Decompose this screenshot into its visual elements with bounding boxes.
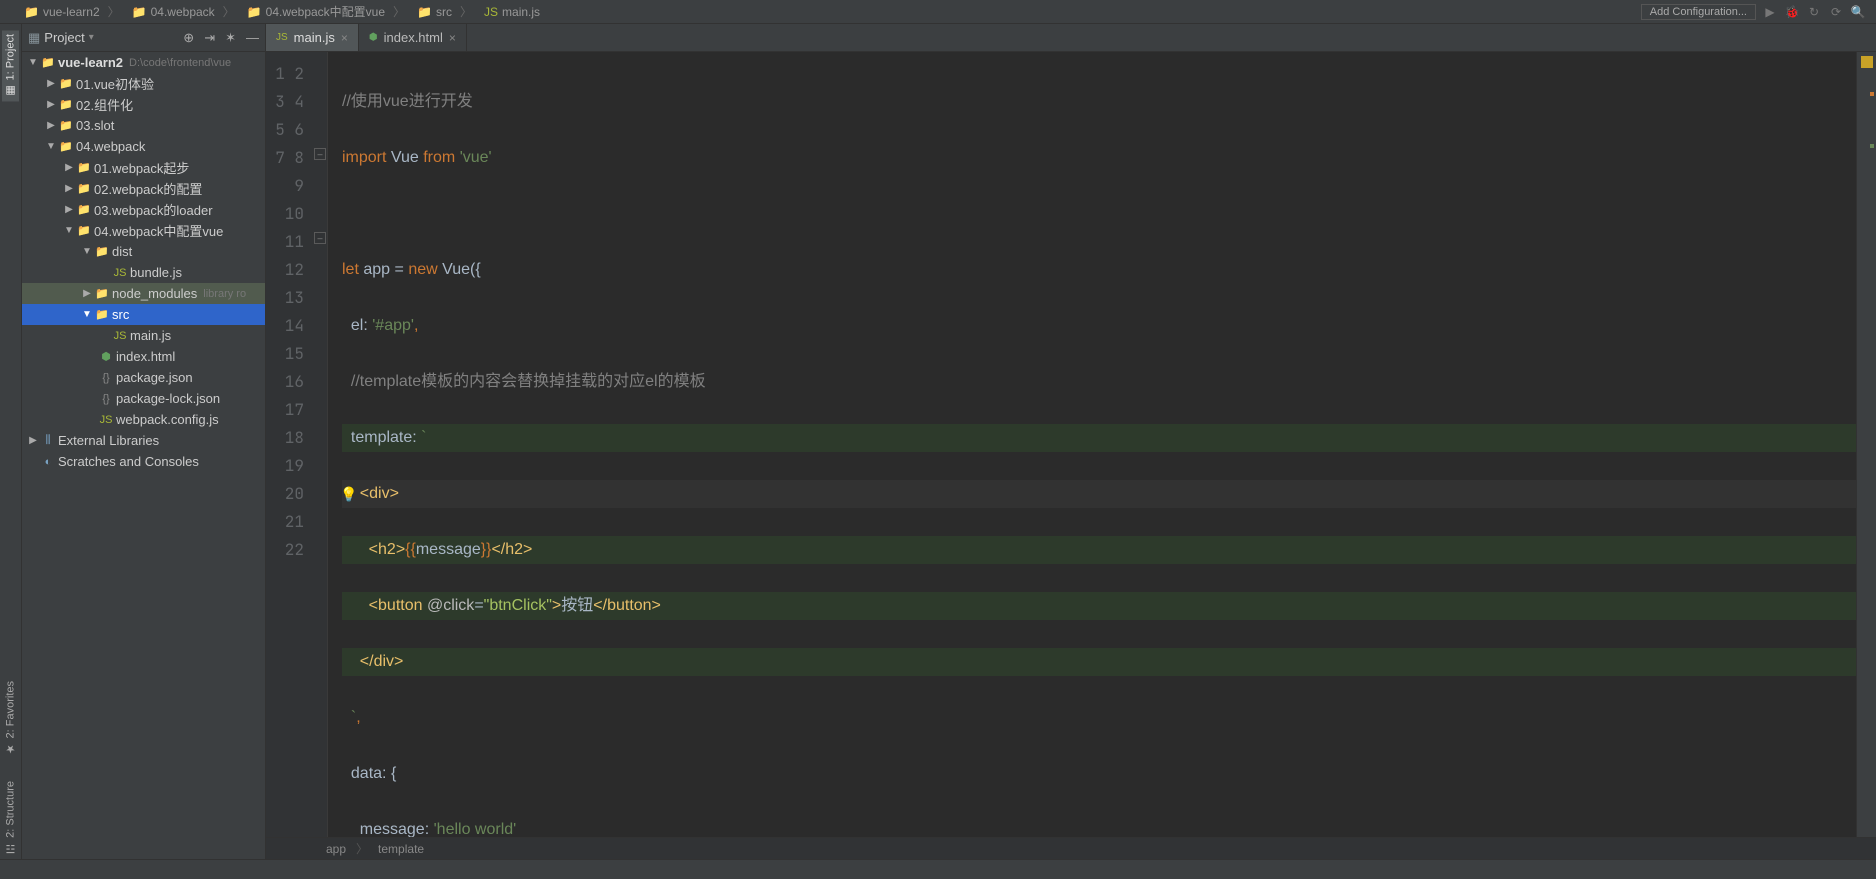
debug-icon[interactable]: 🐞 (1784, 4, 1800, 20)
tree-folder[interactable]: ▶📁03.slot (22, 115, 265, 136)
tree-root[interactable]: ▼📁vue-learn2D:\code\frontend\vue (22, 52, 265, 73)
collapse-icon[interactable]: ⇥ (204, 30, 215, 46)
inspection-indicator-icon[interactable] (1861, 56, 1873, 68)
editor-tab-mainjs[interactable]: JSmain.js× (266, 24, 359, 51)
tree-external-libs[interactable]: ▶⫼External Libraries (22, 430, 265, 451)
tree-file[interactable]: {}package.json (22, 367, 265, 388)
error-stripe[interactable] (1856, 52, 1876, 837)
project-panel: ▦ Project ▾ ⊕ ⇥ ✶ — ▼📁vue-learn2D:\code\… (22, 24, 266, 859)
left-tab-project[interactable]: ▦1: Project (2, 30, 19, 101)
crumb[interactable]: 📁src〉 (413, 3, 476, 20)
tree-folder[interactable]: ▼📁04.webpack中配置vue (22, 220, 265, 241)
crumb[interactable]: 📁vue-learn2〉 (20, 3, 124, 20)
editor-body: 1 2 3 4 5 6 7 8 9 10 11 12 13 14 15 16 1… (266, 52, 1876, 837)
locate-icon[interactable]: ⊕ (183, 30, 194, 46)
navigation-bar: 📁vue-learn2〉 📁04.webpack〉 📁04.webpack中配置… (0, 0, 1876, 24)
fold-marker[interactable]: – (314, 232, 326, 244)
left-tab-favorites[interactable]: ★2: Favorites (2, 677, 19, 759)
fold-marker[interactable]: – (314, 148, 326, 160)
intention-bulb-icon[interactable]: 💡 (340, 480, 357, 508)
add-configuration-button[interactable]: Add Configuration... (1641, 4, 1756, 20)
tree-folder[interactable]: ▶📁01.webpack起步 (22, 157, 265, 178)
editor-area: JSmain.js× ⬢index.html× 1 2 3 4 5 6 7 8 … (266, 24, 1876, 859)
tree-folder-node-modules[interactable]: ▶📁node_moduleslibrary ro (22, 283, 265, 304)
hide-icon[interactable]: — (246, 30, 259, 45)
update-icon[interactable]: ⟳ (1828, 4, 1844, 20)
close-icon[interactable]: × (449, 31, 456, 45)
tree-folder-src[interactable]: ▼📁src (22, 304, 265, 325)
tree-file[interactable]: {}package-lock.json (22, 388, 265, 409)
status-bar (0, 859, 1876, 879)
close-icon[interactable]: × (341, 31, 348, 45)
editor-crumb[interactable]: app (326, 842, 346, 856)
project-view-select[interactable]: ▦ Project ▾ (28, 30, 177, 46)
tree-folder[interactable]: ▼📁04.webpack (22, 136, 265, 157)
tree-folder[interactable]: ▶📁03.webpack的loader (22, 199, 265, 220)
fold-gutter[interactable]: – – (312, 52, 328, 837)
tree-file[interactable]: JSbundle.js (22, 262, 265, 283)
crumb[interactable]: 📁04.webpack中配置vue〉 (243, 3, 409, 20)
search-icon[interactable]: 🔍 (1850, 4, 1866, 20)
code-editor[interactable]: //使用vue进行开发 import Vue from 'vue' let ap… (328, 52, 1856, 837)
project-panel-header: ▦ Project ▾ ⊕ ⇥ ✶ — (22, 24, 265, 52)
crumb[interactable]: 📁04.webpack〉 (128, 3, 239, 20)
left-tool-buttons: ▦1: Project ★2: Favorites ☶2: Structure (0, 24, 22, 859)
editor-crumb[interactable]: template (378, 842, 424, 856)
editor-tabs: JSmain.js× ⬢index.html× (266, 24, 1876, 52)
stop-icon[interactable]: ↻ (1806, 4, 1822, 20)
run-icon[interactable]: ▶ (1762, 4, 1778, 20)
tree-folder[interactable]: ▶📁01.vue初体验 (22, 73, 265, 94)
project-tree[interactable]: ▼📁vue-learn2D:\code\frontend\vue ▶📁01.vu… (22, 52, 265, 859)
crumb[interactable]: JSmain.js (480, 5, 544, 19)
tree-scratches[interactable]: ◐Scratches and Consoles (22, 451, 265, 472)
tree-folder[interactable]: ▶📁02.webpack的配置 (22, 178, 265, 199)
nav-actions: Add Configuration... ▶ 🐞 ↻ ⟳ 🔍 (1641, 4, 1876, 20)
left-tab-structure[interactable]: ☶2: Structure (2, 777, 19, 859)
line-gutter[interactable]: 1 2 3 4 5 6 7 8 9 10 11 12 13 14 15 16 1… (266, 52, 312, 837)
tree-folder[interactable]: ▼📁dist (22, 241, 265, 262)
settings-icon[interactable]: ✶ (225, 30, 236, 46)
tree-folder[interactable]: ▶📁02.组件化 (22, 94, 265, 115)
editor-breadcrumbs[interactable]: app 〉 template (266, 837, 1876, 859)
editor-tab-indexhtml[interactable]: ⬢index.html× (359, 24, 467, 51)
nav-breadcrumbs: 📁vue-learn2〉 📁04.webpack〉 📁04.webpack中配置… (0, 3, 1641, 20)
tree-file[interactable]: JSwebpack.config.js (22, 409, 265, 430)
tree-file-mainjs[interactable]: JSmain.js (22, 325, 265, 346)
tree-file[interactable]: ⬢index.html (22, 346, 265, 367)
